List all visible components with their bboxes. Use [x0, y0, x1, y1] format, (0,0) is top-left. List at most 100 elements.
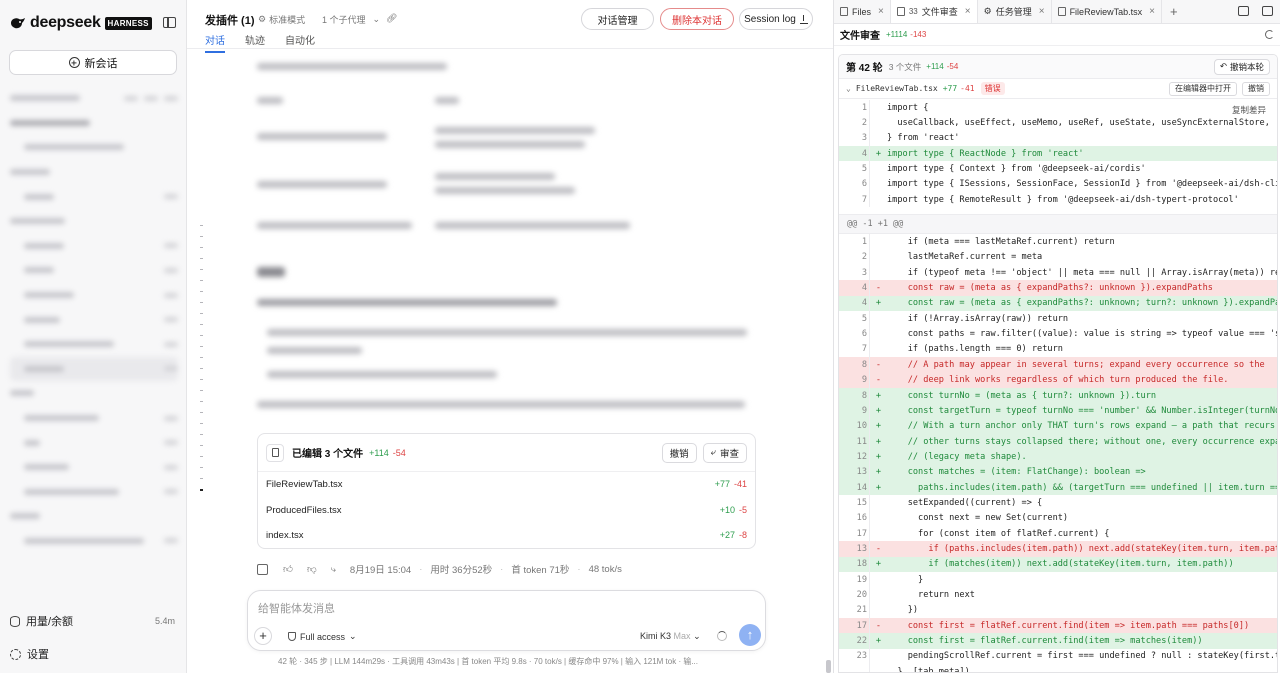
- code-text: const matches = (item: FlatChange): bool…: [887, 467, 1146, 478]
- list-item-active[interactable]: [10, 356, 178, 382]
- sidebar-toggle-icon[interactable]: [163, 17, 176, 28]
- tab-trace[interactable]: 轨迹: [245, 32, 265, 47]
- subagent-dropdown[interactable]: 1 个子代理 ⌄: [322, 13, 380, 26]
- diff-marker: -: [869, 280, 887, 296]
- model-level: Max: [673, 631, 691, 641]
- diff-marker: [869, 587, 887, 603]
- timeline-ticks: [200, 225, 203, 505]
- line-number: 4: [861, 148, 867, 159]
- chevron-down-icon[interactable]: ⌄: [846, 84, 851, 93]
- line-number: 19: [856, 574, 867, 585]
- file-name: ProducedFiles.tsx: [266, 504, 342, 516]
- new-chat-button[interactable]: 新会话: [9, 50, 177, 75]
- list-item[interactable]: [10, 504, 178, 529]
- list-item[interactable]: [10, 258, 178, 283]
- close-icon[interactable]: ×: [1149, 6, 1155, 17]
- link-icon[interactable]: 🔗︎: [386, 13, 397, 24]
- review-button[interactable]: ⤶ 审查: [702, 442, 747, 463]
- added-code-line: 14 + paths.includes(item.path) && (target…: [839, 479, 1277, 496]
- page-title: 发插件 (1): [205, 15, 255, 27]
- code-text: // (legacy meta shape).: [887, 451, 1027, 462]
- tab-file-review[interactable]: 33 文件审查 ×: [890, 0, 978, 23]
- edited-file-row[interactable]: FileReviewTab.tsx +77 -41: [258, 472, 755, 498]
- diff-marker: [869, 265, 887, 281]
- list-item[interactable]: [10, 160, 178, 185]
- mode-selector[interactable]: ⚙ 标准模式: [258, 13, 305, 26]
- close-icon[interactable]: ×: [965, 6, 971, 17]
- list-item[interactable]: [10, 86, 178, 111]
- settings-label: 设置: [27, 649, 49, 661]
- tab-automation[interactable]: 自动化: [285, 32, 315, 47]
- diff-marker: [869, 161, 887, 177]
- code-line: 2 useCallback, useEffect, useMemo, useRe…: [839, 115, 1277, 131]
- chevron-down-icon: ⌄: [349, 631, 357, 641]
- edited-files-card: 已编辑 3 个文件 +114 -54 撤销 ⤶ 审查 FileReviewTab…: [257, 433, 756, 549]
- list-item[interactable]: [10, 307, 178, 332]
- code-line: 19 }: [839, 571, 1277, 588]
- close-icon[interactable]: ×: [1039, 6, 1045, 17]
- close-icon[interactable]: ×: [878, 6, 884, 17]
- send-button[interactable]: ↑: [739, 624, 761, 646]
- logo[interactable]: deepseek HARNESS: [10, 14, 152, 32]
- tab-task-management[interactable]: ⚙ 任务管理 ×: [978, 0, 1052, 23]
- file-plus: +27: [719, 530, 735, 541]
- manage-conversation-button[interactable]: 对话管理: [581, 8, 654, 30]
- panel-layout-icon[interactable]: [1262, 6, 1273, 16]
- code-line: 7 import type { RemoteResult } from '@dee…: [839, 192, 1277, 208]
- thumbs-down-icon[interactable]: 👎︎: [307, 563, 317, 575]
- document-icon: [896, 7, 905, 16]
- delete-conversation-button[interactable]: 删除本对话: [660, 8, 734, 30]
- layout-icon[interactable]: [1238, 6, 1249, 16]
- line-number: 2: [861, 118, 867, 129]
- list-item[interactable]: [10, 283, 178, 308]
- line-number: 8: [861, 359, 867, 370]
- added-code-line: 12 + // (legacy meta shape).: [839, 449, 1277, 465]
- code-text: if (typeof meta !== 'object' || meta ===…: [887, 267, 1277, 278]
- thumbs-up-icon[interactable]: 👍︎: [283, 563, 293, 575]
- list-item[interactable]: [10, 455, 178, 480]
- branch-icon[interactable]: ⤷: [331, 564, 336, 575]
- session-stats: 42 轮 · 345 步 | LLM 144m29s · 工具调用 43m43s…: [278, 657, 699, 666]
- code-line: 6 import type { ISessions, SessionFace, S…: [839, 176, 1277, 193]
- tab-dialog[interactable]: 对话: [205, 32, 225, 53]
- attach-button[interactable]: +: [254, 627, 272, 645]
- list-item[interactable]: [10, 184, 178, 209]
- list-item[interactable]: [10, 234, 178, 259]
- list-item[interactable]: [10, 111, 178, 136]
- code-line: 15 setExpanded((current) => {: [839, 495, 1277, 511]
- message-input[interactable]: 给智能体发消息: [258, 600, 335, 616]
- diff-marker: [869, 664, 887, 672]
- diff-marker: [869, 648, 887, 665]
- code-text: const next = new Set(current): [887, 513, 1069, 524]
- tab-files[interactable]: Files ×: [834, 0, 891, 23]
- list-item[interactable]: [10, 209, 178, 234]
- list-item[interactable]: [10, 529, 178, 554]
- refresh-icon[interactable]: [1265, 30, 1274, 39]
- list-item[interactable]: [10, 406, 178, 431]
- edited-file-row[interactable]: index.tsx +27 -8: [258, 523, 755, 549]
- usage-row[interactable]: 用量/余额 5.4m: [10, 613, 175, 629]
- model-selector[interactable]: Kimi K3 Max ⌄: [640, 631, 701, 642]
- list-item[interactable]: [10, 480, 178, 505]
- settings-row[interactable]: 设置: [10, 646, 175, 662]
- undo-edits-button[interactable]: 撤销: [661, 442, 697, 463]
- list-item[interactable]: [10, 135, 178, 160]
- open-in-editor-button[interactable]: 在编辑器中打开: [1169, 81, 1237, 96]
- list-item[interactable]: [10, 430, 178, 455]
- new-tab-button[interactable]: +: [1162, 0, 1186, 23]
- tab-file-review-tsx[interactable]: FileReviewTab.tsx ×: [1052, 0, 1162, 23]
- copy-diff-button[interactable]: 复制差异: [1228, 103, 1269, 117]
- scrollbar-handle[interactable]: [826, 660, 831, 673]
- diff-marker: [869, 326, 887, 342]
- line-number: 12: [856, 451, 867, 462]
- edited-file-row[interactable]: ProducedFiles.tsx +10 -5: [258, 498, 755, 524]
- code-text: // With a turn anchor only THAT turn's r…: [887, 421, 1277, 432]
- undo-round-button[interactable]: ↶ 撤销本轮: [1213, 58, 1270, 75]
- session-log-button[interactable]: Session log: [739, 8, 813, 30]
- access-selector[interactable]: Full access ⌄: [288, 631, 357, 642]
- code-line: 20 return next: [839, 587, 1277, 603]
- list-item[interactable]: [10, 381, 178, 406]
- undo-file-button[interactable]: 撤销: [1242, 81, 1270, 96]
- copy-icon[interactable]: [257, 563, 268, 575]
- list-item[interactable]: [10, 332, 178, 357]
